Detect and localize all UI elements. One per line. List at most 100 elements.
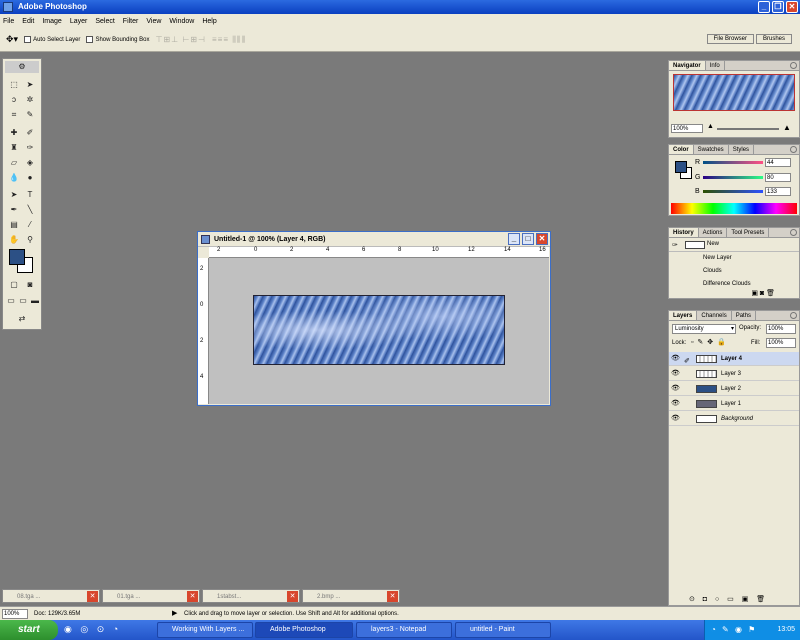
menu-image[interactable]: Image (42, 18, 61, 25)
standard-mode-icon[interactable]: ▢ (8, 279, 20, 291)
path-selection-icon[interactable]: ➤ (8, 189, 20, 201)
eyedropper-icon[interactable]: ⁄ (24, 219, 36, 231)
palette-menu-icon[interactable] (790, 62, 797, 69)
eye-icon[interactable]: 👁 (671, 385, 680, 393)
g-slider[interactable] (703, 176, 763, 179)
r-slider[interactable] (703, 161, 763, 164)
zoom-out-icon[interactable]: ▲ (707, 123, 714, 130)
layer-row[interactable]: 👁 Background (669, 412, 799, 426)
tab-navigator[interactable]: Navigator (669, 61, 706, 70)
crop-tool-icon[interactable]: ⌗ (8, 109, 20, 121)
tab-history[interactable]: History (669, 228, 699, 237)
minimized-doc[interactable]: 08.tga ... ✕ (2, 589, 100, 603)
r-value[interactable]: 44 (765, 158, 791, 167)
menu-view[interactable]: View (146, 18, 161, 25)
doc-maximize-button[interactable]: □ (522, 233, 534, 245)
color-ramp[interactable] (671, 203, 797, 214)
marquee-tool-icon[interactable]: ⬚ (8, 79, 20, 91)
history-item[interactable]: Difference Clouds (669, 281, 799, 292)
task-adobe-photoshop[interactable]: Adobe Photoshop (255, 622, 353, 638)
tab-tool-presets[interactable]: Tool Presets (727, 228, 770, 237)
layer-row[interactable]: 👁 Layer 1 (669, 397, 799, 411)
screen-mode-menubar-icon[interactable]: ▭ (17, 295, 29, 307)
foreground-color-swatch[interactable] (9, 249, 25, 265)
zoom-in-icon[interactable]: ▲ (783, 123, 791, 132)
palette-menu-icon[interactable] (790, 229, 797, 236)
blur-tool-icon[interactable]: 💧 (8, 172, 20, 184)
palette-menu-icon[interactable] (790, 312, 797, 319)
tab-info[interactable]: Info (706, 61, 725, 70)
b-slider[interactable] (703, 190, 763, 193)
healing-brush-icon[interactable]: ✚ (8, 127, 20, 139)
tab-actions[interactable]: Actions (699, 228, 728, 237)
screen-mode-full-icon[interactable]: ▬ (29, 295, 41, 307)
adobe-online-icon[interactable]: ⚙ (5, 61, 39, 73)
hand-tool-icon[interactable]: ✋ (8, 234, 20, 246)
document-title-bar[interactable]: Untitled-1 @ 100% (Layer 4, RGB) _ □ ✕ (198, 232, 550, 247)
image-banner[interactable] (253, 295, 505, 365)
history-snapshot[interactable]: ✑ New (669, 239, 799, 252)
close-icon[interactable]: ✕ (387, 591, 398, 602)
b-value[interactable]: 133 (765, 187, 791, 196)
minimized-doc[interactable]: 2.bmp ... ✕ (302, 589, 400, 603)
fill-field[interactable]: 100% (766, 338, 796, 348)
close-icon[interactable]: ✕ (87, 591, 98, 602)
brushes-tab[interactable]: Brushes (755, 34, 792, 44)
blend-mode-select[interactable]: Luminosity ▾ (672, 324, 736, 334)
canvas-area[interactable] (209, 258, 549, 404)
auto-select-checkbox[interactable]: Auto Select Layer (24, 35, 80, 43)
magic-wand-icon[interactable]: ✲ (24, 94, 36, 106)
start-button[interactable]: start (0, 620, 58, 640)
close-icon[interactable]: ✕ (287, 591, 298, 602)
clock[interactable]: 13:05 (777, 626, 795, 633)
tab-channels[interactable]: Channels (697, 311, 732, 320)
layer-row[interactable]: 👁 ✐ Layer 4 (669, 352, 799, 366)
document-window[interactable]: Untitled-1 @ 100% (Layer 4, RGB) _ □ ✕ 2… (197, 231, 551, 406)
pen-tool-icon[interactable]: ✒ (8, 204, 20, 216)
palette-menu-icon[interactable] (790, 146, 797, 153)
app-title-bar[interactable]: Adobe Photoshop _ ❐ ✕ (0, 0, 800, 14)
menu-filter[interactable]: Filter (123, 18, 139, 25)
screen-mode-standard-icon[interactable]: ▭ (5, 295, 17, 307)
task-working-with-layers[interactable]: Working With Layers ... (157, 622, 253, 638)
menu-edit[interactable]: Edit (22, 18, 34, 25)
move-tool-preset-icon[interactable]: ✥▾ (6, 34, 18, 45)
status-zoom-field[interactable]: 100% (2, 609, 28, 619)
close-icon[interactable]: ✕ (187, 591, 198, 602)
g-value[interactable]: 80 (765, 173, 791, 182)
history-item[interactable]: New Layer (669, 255, 799, 266)
opacity-field[interactable]: 100% (766, 324, 796, 334)
vertical-ruler[interactable]: 2 0 2 4 (198, 258, 209, 404)
clone-stamp-icon[interactable]: ♜ (8, 142, 20, 154)
horizontal-ruler[interactable]: 2 0 2 4 6 8 10 12 14 16 (209, 247, 549, 258)
maximize-button[interactable]: ❐ (772, 1, 784, 13)
eye-icon[interactable]: 👁 (671, 370, 680, 378)
move-tool-icon[interactable]: ➤ (24, 79, 36, 91)
jump-to-imageready-icon[interactable]: ⇄ (8, 313, 36, 325)
paint-bucket-icon[interactable]: ◈ (24, 157, 36, 169)
minimized-doc[interactable]: 01.tga ... ✕ (102, 589, 200, 603)
navigator-zoom-field[interactable]: 100% (671, 124, 703, 133)
notes-tool-icon[interactable]: ▤ (8, 219, 20, 231)
doc-minimize-button[interactable]: _ (508, 233, 520, 245)
menu-file[interactable]: File (3, 18, 14, 25)
tab-swatches[interactable]: Swatches (694, 145, 729, 154)
layer-buttons-icon[interactable]: ⊙ ◘ ○ ▭ ▣ 🗑 (689, 595, 768, 603)
eye-icon[interactable]: 👁 (671, 355, 680, 363)
slice-tool-icon[interactable]: ✎ (24, 109, 36, 121)
tab-layers[interactable]: Layers (669, 311, 698, 320)
zoom-slider[interactable] (717, 128, 779, 130)
doc-close-button[interactable]: ✕ (536, 233, 548, 245)
file-browser-tab[interactable]: File Browser (706, 34, 754, 44)
bounding-box-checkbox[interactable]: Show Bounding Box (86, 35, 149, 43)
layer-row[interactable]: 👁 Layer 3 (669, 367, 799, 381)
minimize-button[interactable]: _ (758, 1, 770, 13)
history-item[interactable]: Clouds (669, 268, 799, 279)
color-fg-swatch[interactable] (675, 161, 687, 173)
close-button[interactable]: ✕ (786, 1, 798, 13)
eraser-tool-icon[interactable]: ▱ (8, 157, 20, 169)
eye-icon[interactable]: 👁 (671, 415, 680, 423)
brush-tool-icon[interactable]: ✐ (24, 127, 36, 139)
align-buttons-icon[interactable]: ⊤⊞⊥ ⊢⊞⊣ (155, 35, 206, 44)
quick-mask-icon[interactable]: ◙ (24, 279, 36, 291)
